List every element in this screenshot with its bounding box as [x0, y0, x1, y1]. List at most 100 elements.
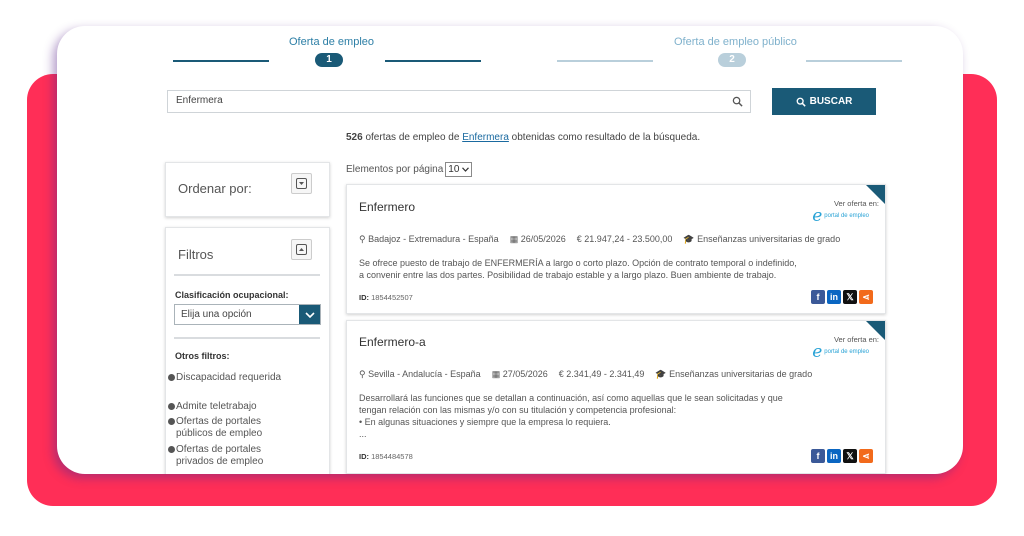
browser-frame: Oferta de empleo 1 Oferta de empleo públ… [57, 26, 963, 474]
filter-option-private-portals[interactable]: Ofertas de portales privados de empleo [168, 444, 286, 468]
filters-toggle-button[interactable] [291, 239, 312, 260]
share-buttons: f in 𝕏 ⋖ [811, 449, 873, 463]
offer-education: Enseñanzas universitarias de grado [669, 369, 813, 379]
filter-option-label: Admite teletrabajo [176, 401, 257, 412]
portal-logo-icon: e [812, 206, 823, 226]
portal-empleo-logo[interactable]: e portal de empleo [812, 206, 869, 226]
chevron-down-icon [462, 167, 470, 172]
filter-option-telework[interactable]: Admite teletrabajo [168, 401, 286, 413]
share-buttons: f in 𝕏 ⋖ [811, 290, 873, 304]
offer-card[interactable]: Enfermero Ver oferta en: e portal de emp… [346, 184, 886, 314]
search-input-value: Enfermera [176, 95, 223, 106]
step-1-line-left [173, 60, 269, 62]
offer-salary: 21.947,24 - 23.500,00 [584, 234, 673, 244]
offer-id-label: ID: [359, 293, 369, 302]
search-button-icon [796, 97, 806, 107]
offer-location: Sevilla - Andalucía - España [368, 369, 481, 379]
portal-logo-text: portal de empleo [824, 348, 869, 355]
filter-option-public-portals[interactable]: Ofertas de portales públicos de empleo [168, 416, 286, 440]
facebook-icon[interactable]: f [811, 290, 825, 304]
classification-select-value: Elija una opción [181, 309, 252, 320]
chevron-down-icon [299, 305, 320, 324]
offer-title[interactable]: Enfermero-a [359, 335, 426, 349]
facebook-icon[interactable]: f [811, 449, 825, 463]
bullet-icon [168, 446, 175, 453]
search-button[interactable]: BUSCAR [772, 88, 876, 115]
share-icon[interactable]: ⋖ [859, 449, 873, 463]
classification-divider [174, 337, 320, 339]
job-search-page: Oferta de empleo 1 Oferta de empleo públ… [57, 26, 963, 474]
portal-logo-icon: e [812, 342, 823, 362]
filter-option-label: Discapacidad requerida [176, 372, 282, 383]
offer-id-value: 1854484578 [371, 452, 413, 461]
offer-title[interactable]: Enfermero [359, 200, 415, 214]
offer-description: Se ofrece puesto de trabajo de ENFERMERÍ… [359, 258, 797, 280]
per-page-value: 10 [448, 164, 460, 175]
offer-location: Badajoz - Extremadura - España [368, 234, 499, 244]
linkedin-icon[interactable]: in [827, 449, 841, 463]
offer-meta: ⚲ Badajoz - Extremadura - España ▦ 26/05… [359, 234, 840, 245]
order-card: Ordenar por: [165, 162, 330, 217]
filters-divider [174, 274, 320, 276]
filter-option-disability[interactable]: Discapacidad requerida [168, 372, 286, 384]
bullet-icon [168, 418, 175, 425]
classification-label: Clasificación ocupacional: [175, 290, 289, 300]
portal-logo-text: portal de empleo [824, 212, 869, 219]
x-icon[interactable]: 𝕏 [843, 449, 857, 463]
step-2-label[interactable]: Oferta de empleo público [674, 36, 797, 48]
search-icon [732, 96, 743, 107]
results-count: 526 [346, 132, 363, 143]
step-2-line-right [806, 60, 902, 62]
search-button-label: BUSCAR [809, 96, 853, 107]
per-page-select[interactable]: 10 [445, 162, 473, 177]
offer-id-label: ID: [359, 452, 369, 461]
linkedin-icon[interactable]: in [827, 290, 841, 304]
offer-meta: ⚲ Sevilla - Andalucía - España ▦ 27/05/2… [359, 369, 812, 380]
step-2-line-left [557, 60, 653, 62]
search-input[interactable]: Enfermera [167, 90, 751, 113]
share-icon[interactable]: ⋖ [859, 290, 873, 304]
education-field: 🎓 Enseñanzas universitarias de grado [655, 369, 812, 380]
offer-education: Enseñanzas universitarias de grado [697, 234, 841, 244]
graduation-cap-icon: 🎓 [683, 234, 695, 244]
calendar-icon: ▦ [509, 234, 519, 244]
map-marker-icon: ⚲ [359, 369, 366, 379]
map-marker-icon: ⚲ [359, 234, 366, 244]
offer-date: 27/05/2026 [502, 369, 548, 379]
offer-salary: 2.341,49 - 2.341,49 [566, 369, 645, 379]
graduation-cap-icon: 🎓 [655, 369, 667, 379]
offer-date: 26/05/2026 [520, 234, 566, 244]
step-1-badge[interactable]: 1 [315, 53, 343, 67]
results-text-before: ofertas de empleo de [362, 132, 463, 143]
date-field: ▦ 26/05/2026 [510, 234, 566, 245]
portal-empleo-logo[interactable]: e portal de empleo [812, 342, 869, 362]
results-term-link[interactable]: Enfermera [462, 132, 509, 143]
x-icon[interactable]: 𝕏 [843, 290, 857, 304]
step-2-badge[interactable]: 2 [718, 53, 746, 67]
location-field: ⚲ Sevilla - Andalucía - España [359, 369, 481, 380]
offer-id: ID: 1854484578 [359, 452, 413, 461]
offer-description-line: • En algunas situaciones y siempre que l… [359, 417, 611, 427]
filters-title: Filtros [178, 247, 214, 262]
collapse-icon [296, 244, 307, 255]
other-filters-label: Otros filtros: [175, 351, 230, 361]
order-toggle-button[interactable] [291, 173, 312, 194]
view-offer-label: Ver oferta en: [833, 335, 879, 344]
offer-card[interactable]: Enfermero-a Ver oferta en: e portal de e… [346, 320, 886, 474]
classification-select[interactable]: Elija una opción [174, 304, 321, 325]
results-text-after: obtenidas como resultado de la búsqueda. [508, 132, 701, 143]
step-1-label[interactable]: Oferta de empleo [289, 36, 374, 48]
offer-id: ID: 1854452507 [359, 293, 413, 302]
euro-icon: € [576, 234, 582, 244]
per-page-label: Elementos por página [346, 164, 444, 175]
salary-field: € 2.341,49 - 2.341,49 [559, 369, 645, 380]
offer-description-line: Desarrollará las funciones que se detall… [359, 393, 783, 403]
offer-description-line: tengan relación con las mismas y/o con s… [359, 405, 677, 415]
offer-description: Desarrollará las funciones que se detall… [359, 392, 819, 440]
salary-field: € 21.947,24 - 23.500,00 [577, 234, 673, 245]
education-field: 🎓 Enseñanzas universitarias de grado [683, 234, 840, 245]
calendar-icon: ▦ [491, 369, 501, 379]
offer-id-value: 1854452507 [371, 293, 413, 302]
per-page-control: Elementos por página 10 [346, 162, 473, 177]
location-field: ⚲ Badajoz - Extremadura - España [359, 234, 499, 245]
